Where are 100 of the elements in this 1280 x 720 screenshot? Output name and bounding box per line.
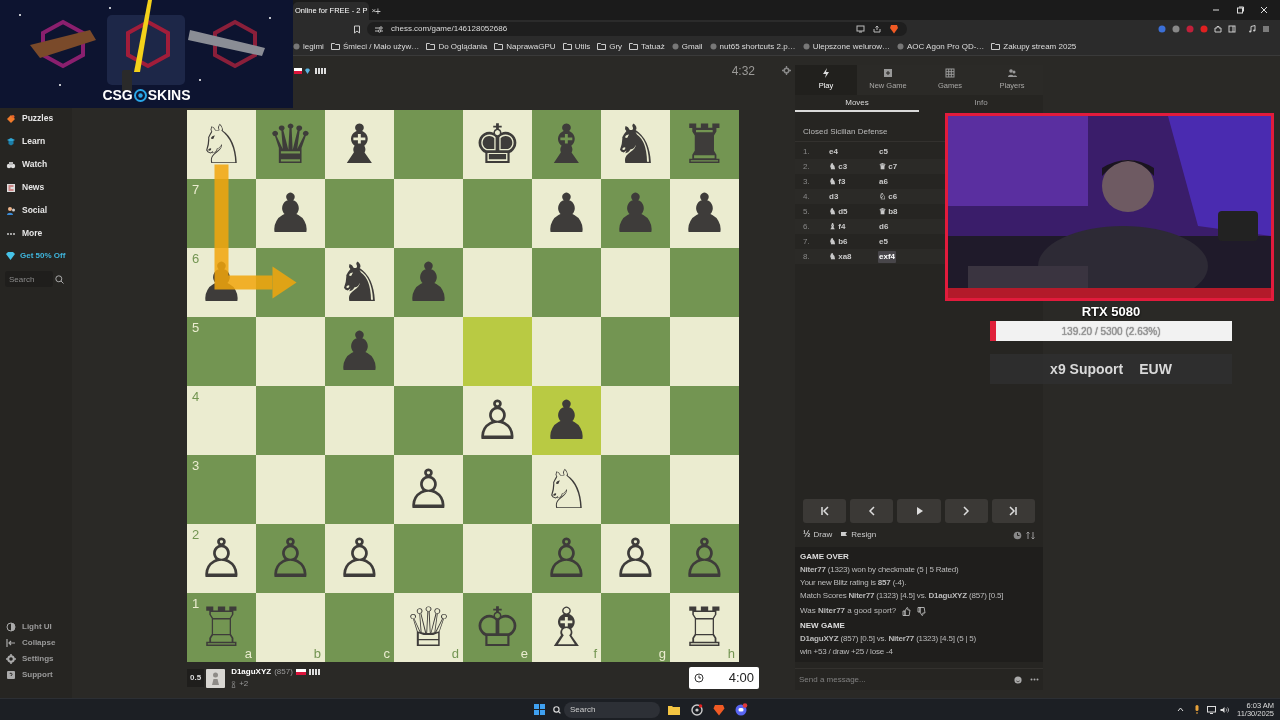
chess-piece[interactable]: ♙ xyxy=(335,531,384,586)
move-notation[interactable]: ♞ b6 xyxy=(828,235,849,248)
clock-icon[interactable] xyxy=(1013,530,1022,540)
board-square[interactable]: ♟ xyxy=(670,179,739,248)
bookmark-item[interactable]: Zakupy stream 2025 xyxy=(991,40,1077,53)
move-notation[interactable]: ♞ c3 xyxy=(828,160,849,173)
chess-piece[interactable]: ♟ xyxy=(542,393,591,448)
bookmark-icon[interactable] xyxy=(353,24,361,34)
bookmark-item[interactable]: NaprawaGPU xyxy=(494,40,556,53)
sidebar-item[interactable]: Puzzles xyxy=(0,107,72,130)
bookmark-item[interactable]: Utils xyxy=(562,40,591,53)
chess-piece[interactable]: ♞ xyxy=(335,255,384,310)
bookmark-item[interactable]: Ulepszone welurow… xyxy=(802,40,890,53)
move-notation[interactable]: c5 xyxy=(878,145,889,158)
browser-app-icon[interactable] xyxy=(691,703,703,716)
bookmark-item[interactable]: Gmail xyxy=(671,40,703,53)
chess-piece[interactable]: ♟ xyxy=(266,186,315,241)
panel-tab[interactable]: Moves xyxy=(795,95,919,112)
previous-move-button[interactable] xyxy=(850,499,894,523)
bookmark-item[interactable]: Gry xyxy=(597,40,623,53)
board-square[interactable]: ♟ xyxy=(532,179,601,248)
move-notation[interactable]: e4 xyxy=(828,145,839,158)
bookmark-item[interactable]: AOC Agon Pro QD-… xyxy=(897,40,985,53)
sidebar-item[interactable]: News xyxy=(0,176,72,199)
chess-piece[interactable]: ♖ xyxy=(680,600,729,655)
thumbs-up-icon[interactable] xyxy=(902,606,912,616)
sidebar-item[interactable]: Learn xyxy=(0,130,72,153)
move-notation[interactable]: d3 xyxy=(828,190,840,203)
close-tab-icon[interactable]: × xyxy=(371,7,377,15)
address-bar[interactable]: chess.com/game/146128052686 xyxy=(367,22,907,36)
thumbs-down-icon[interactable] xyxy=(917,606,927,616)
move-notation[interactable]: e5 xyxy=(878,235,889,248)
chat-app-icon[interactable] xyxy=(735,703,748,716)
site-settings-icon[interactable] xyxy=(375,25,383,33)
sidebar-item[interactable]: Light UI xyxy=(0,619,72,635)
search-icon[interactable] xyxy=(553,705,561,714)
first-move-button[interactable] xyxy=(803,499,847,523)
close-icon[interactable] xyxy=(1260,6,1268,14)
music-icon[interactable] xyxy=(1248,25,1256,33)
more-icon[interactable] xyxy=(1030,678,1039,681)
board-square[interactable]: ♞ xyxy=(601,110,670,179)
board-square[interactable]: ♙ xyxy=(394,455,463,524)
microphone-icon[interactable] xyxy=(1194,705,1200,714)
chevron-up-icon[interactable] xyxy=(1177,707,1184,712)
board-square[interactable]: ♘ xyxy=(187,110,256,179)
board-square[interactable]: ♙ xyxy=(601,524,670,593)
move-notation[interactable]: ♛ b8 xyxy=(878,205,899,218)
new-tab-button[interactable]: + xyxy=(375,7,381,17)
move-notation[interactable]: a6 xyxy=(878,175,889,188)
bookmark-item[interactable]: nut65 shortcuts 2.p… xyxy=(709,40,796,53)
flip-board-icon[interactable] xyxy=(1026,530,1035,540)
chess-piece[interactable]: ♕ xyxy=(404,600,453,655)
share-icon[interactable] xyxy=(873,25,881,33)
sidebar-icon[interactable] xyxy=(1228,25,1236,33)
player-name[interactable]: D1aguXYZ xyxy=(231,666,272,678)
move-notation[interactable]: ♝ f4 xyxy=(828,220,847,233)
volume-icon[interactable] xyxy=(1220,705,1229,714)
chess-piece[interactable]: ♟ xyxy=(542,186,591,241)
chess-piece[interactable]: ♝ xyxy=(335,117,384,172)
screen-icon[interactable] xyxy=(856,25,865,33)
chess-piece[interactable]: ♞ xyxy=(611,117,660,172)
next-move-button[interactable] xyxy=(944,499,988,523)
settings-icon[interactable] xyxy=(782,66,791,75)
chess-piece[interactable]: ♙ xyxy=(611,531,660,586)
emoji-icon[interactable] xyxy=(1014,675,1022,684)
draw-button[interactable]: ½ Draw xyxy=(803,528,833,542)
message-field[interactable]: Send a message... xyxy=(799,673,1006,686)
move-notation[interactable]: d6 xyxy=(878,220,890,233)
move-notation[interactable]: ♞ xa8 xyxy=(828,250,853,263)
move-notation[interactable]: ♛ c7 xyxy=(878,160,899,173)
bookmark-item[interactable]: Tatuaż xyxy=(629,40,665,53)
board-square[interactable]: ♘ xyxy=(532,455,601,524)
board-square[interactable]: ♟ xyxy=(256,179,325,248)
chess-piece[interactable]: ♙ xyxy=(404,462,453,517)
move-notation[interactable]: exf4 xyxy=(878,250,896,263)
panel-tab[interactable]: Info xyxy=(919,95,1043,112)
last-move-button[interactable] xyxy=(991,499,1035,523)
resign-button[interactable]: Resign xyxy=(840,529,877,541)
sidebar-item[interactable]: Social xyxy=(0,199,72,222)
bookmark-item[interactable]: legimi xyxy=(293,40,324,53)
bookmark-item[interactable]: Śmieci / Mało używ… xyxy=(330,40,420,53)
chess-piece[interactable]: ♗ xyxy=(542,600,591,655)
sidebar-item[interactable]: Watch xyxy=(0,153,72,176)
board-square[interactable]: ♝ xyxy=(325,110,394,179)
search-icon[interactable] xyxy=(55,274,64,284)
chess-piece[interactable]: ♟ xyxy=(680,186,729,241)
taskbar-search[interactable]: Search xyxy=(564,701,660,718)
board-square[interactable]: ♚ xyxy=(463,110,532,179)
minimize-icon[interactable] xyxy=(1212,6,1220,14)
move-notation[interactable]: ♞ d5 xyxy=(828,205,849,218)
sidebar-item[interactable]: Collapse xyxy=(0,635,72,651)
board-square[interactable]: ♟ xyxy=(532,386,601,455)
play-button[interactable] xyxy=(897,499,941,523)
sidebar-item[interactable]: Settings xyxy=(0,651,72,667)
move-notation[interactable]: ♘ c6 xyxy=(878,190,899,203)
search-field[interactable]: Search xyxy=(5,271,53,287)
sidebar-item[interactable]: More xyxy=(0,222,72,245)
folder-icon[interactable] xyxy=(668,704,680,715)
chess-piece[interactable]: ♚ xyxy=(473,117,522,172)
menu-icon[interactable] xyxy=(1262,25,1270,33)
